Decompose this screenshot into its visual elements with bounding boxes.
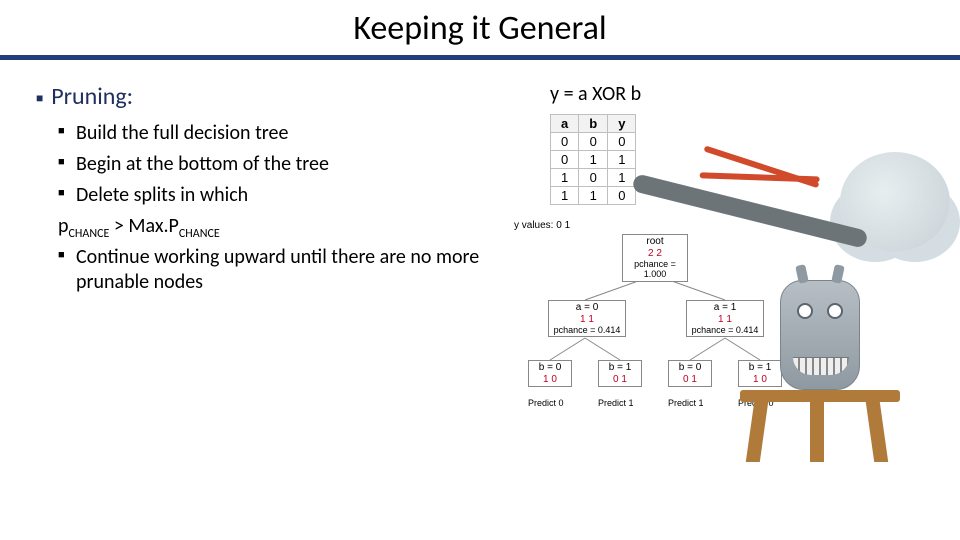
node-count: 2 2: [627, 248, 683, 260]
stool-leg-icon: [810, 402, 824, 462]
th-b: b: [579, 115, 608, 133]
cell: 0: [579, 133, 608, 151]
cell: 1: [579, 187, 608, 205]
antenna-icon: [831, 264, 845, 284]
bullet-list-2: Continue working upward until there are …: [30, 245, 490, 295]
left-column: ■Pruning: Build the full decision tree B…: [30, 82, 490, 530]
bullet-list: Build the full decision tree Begin at th…: [30, 121, 490, 208]
node-label: b = 0: [533, 362, 567, 374]
th-a: a: [551, 115, 579, 133]
cell: 1: [579, 151, 608, 169]
node-label: b = 1: [603, 362, 637, 374]
leaf-4: b = 1 1 0: [738, 360, 782, 387]
node-count: 0 1: [603, 374, 637, 386]
cell: 0: [579, 169, 608, 187]
slide-title: Keeping it General: [0, 0, 960, 55]
predict-3: Predict 1: [668, 398, 704, 408]
equation: y = a XOR b: [510, 82, 930, 106]
heading-text: Pruning:: [51, 82, 133, 111]
cell: 1: [551, 187, 579, 205]
node-count: 1 0: [743, 374, 777, 386]
slide-content: ■Pruning: Build the full decision tree B…: [0, 60, 960, 540]
node-count: 1 1: [553, 314, 621, 326]
bullet-item: Build the full decision tree: [58, 121, 490, 146]
eye-icon: [827, 303, 843, 319]
node-label: a = 0: [553, 302, 621, 314]
node-count: 1 1: [691, 314, 759, 326]
bullet-item: Delete splits in which: [58, 183, 490, 208]
predict-4: Predict 0: [738, 398, 774, 408]
truth-table: a b y 000 011 101 110: [550, 114, 636, 205]
node-pchance: pchance = 1.000: [627, 259, 683, 280]
bullet-item: Begin at the bottom of the tree: [58, 152, 490, 177]
node-label: a = 1: [691, 302, 759, 314]
cell: 0: [551, 133, 579, 151]
cell: 0: [608, 133, 636, 151]
leaf-3: b = 0 0 1: [668, 360, 712, 387]
node-count: 0 1: [673, 374, 707, 386]
mouth-icon: [793, 357, 849, 375]
node-label: b = 1: [743, 362, 777, 374]
node-label: root: [627, 236, 683, 248]
leaf-1: b = 0 1 0: [528, 360, 572, 387]
bullet-item: Continue working upward until there are …: [58, 245, 490, 295]
predict-2: Predict 1: [598, 398, 634, 408]
th-y: y: [608, 115, 636, 133]
node-root: root 2 2 pchance = 1.000: [622, 234, 688, 282]
cell: 1: [608, 169, 636, 187]
formula: pCHANCE > Max.PCHANCE: [30, 214, 490, 241]
predict-1: Predict 0: [528, 398, 564, 408]
node-label: b = 0: [673, 362, 707, 374]
cell: 1: [608, 151, 636, 169]
stool-leg-icon: [866, 402, 888, 462]
cell: 0: [551, 151, 579, 169]
node-pchance: pchance = 0.414: [553, 325, 621, 335]
right-column: y = a XOR b a b y 000 011 101 110 y valu…: [510, 82, 930, 530]
node-count: 1 0: [533, 374, 567, 386]
cell: 0: [608, 187, 636, 205]
leaf-2: b = 1 0 1: [598, 360, 642, 387]
cell: 1: [551, 169, 579, 187]
node-a0: a = 0 1 1 pchance = 0.414: [548, 300, 626, 337]
node-a1: a = 1 1 1 pchance = 0.414: [686, 300, 764, 337]
shears-icon: [699, 152, 821, 193]
node-pchance: pchance = 0.414: [691, 325, 759, 335]
decision-tree-diagram: y values: 0 1 root 2 2 pchance = 1.000 a…: [510, 220, 800, 233]
bush-icon: [840, 152, 950, 252]
section-heading: ■Pruning:: [30, 82, 490, 111]
